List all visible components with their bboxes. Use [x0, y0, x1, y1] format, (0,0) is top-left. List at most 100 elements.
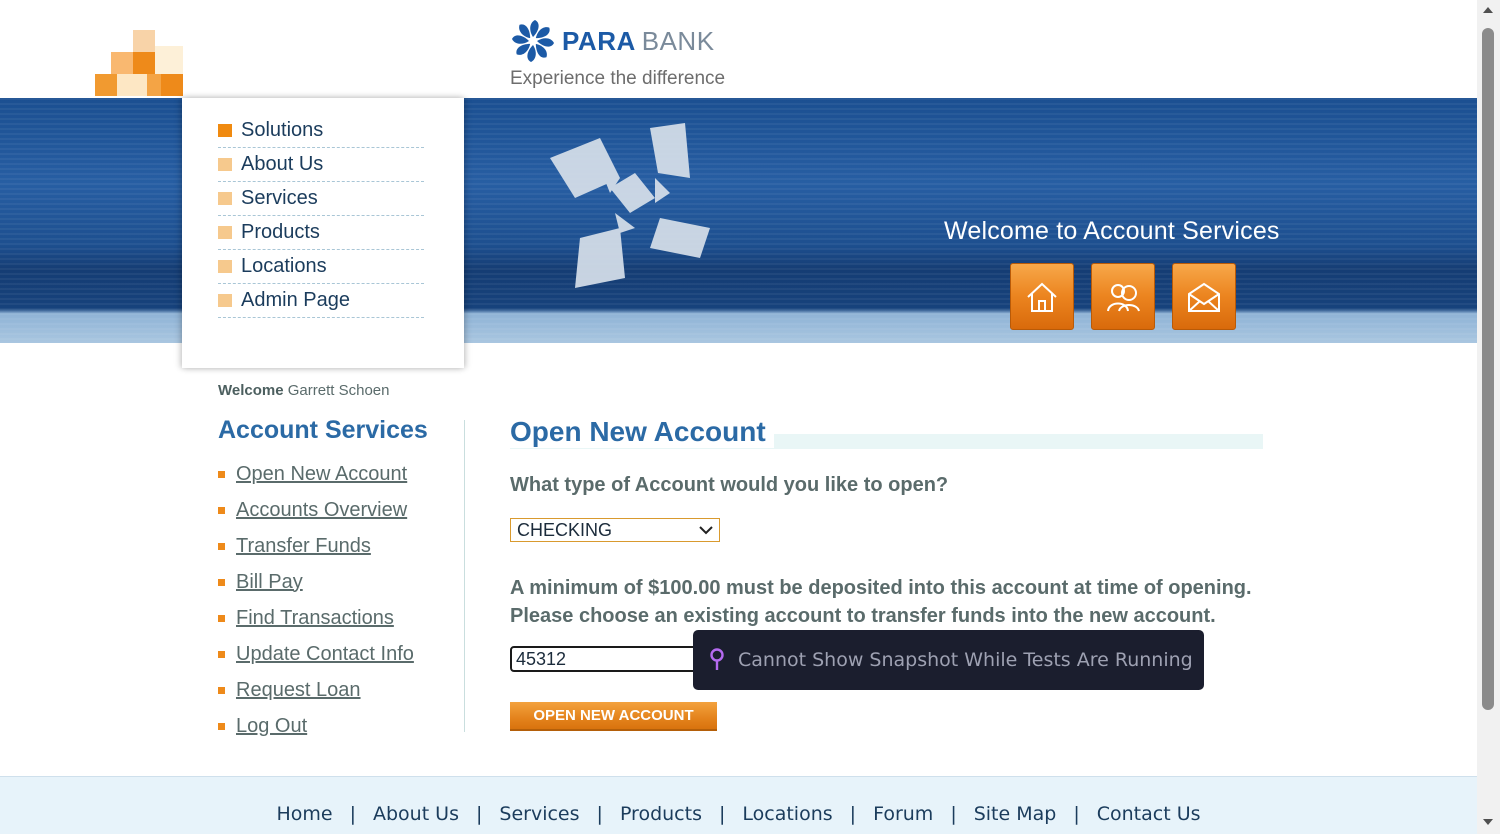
- request-loan-link[interactable]: Request Loan: [236, 679, 361, 702]
- footer-link-about-us[interactable]: About Us: [373, 803, 459, 825]
- footer: Home | About Us | Services | Products | Loca…: [0, 776, 1477, 834]
- pin-icon: [710, 648, 724, 670]
- separator: |: [1073, 803, 1080, 825]
- footer-link-contact-us[interactable]: Contact Us: [1097, 803, 1201, 825]
- scroll-up-arrow[interactable]: [1482, 4, 1494, 16]
- snapshot-toast: Cannot Show Snapshot While Tests Are Run…: [693, 630, 1204, 690]
- min-deposit-line-2: Please choose an existing account to tra…: [510, 605, 1216, 627]
- footer-links: Home | About Us | Services | Products | Loca…: [0, 803, 1477, 825]
- nav-bullet: [218, 294, 232, 307]
- nav-item-products[interactable]: Products: [218, 216, 424, 250]
- list-item: Accounts Overview: [218, 492, 414, 528]
- nav-item-label: About Us: [241, 153, 324, 175]
- page-title: Open New Account: [510, 416, 774, 448]
- bullet: [218, 686, 225, 694]
- bullet: [218, 578, 225, 586]
- find-transactions-link[interactable]: Find Transactions: [236, 607, 394, 630]
- scroll-down-arrow[interactable]: [1482, 816, 1494, 828]
- brand-name-bank: BANK: [641, 25, 715, 56]
- list-item: Open New Account: [218, 456, 414, 492]
- separator: |: [849, 803, 857, 825]
- nav-item-services[interactable]: Services: [218, 182, 424, 216]
- nav-bullet: [218, 158, 232, 171]
- bullet: [218, 650, 225, 658]
- user-name: Garrett Schoen: [287, 382, 390, 399]
- column-divider: [464, 420, 465, 732]
- footer-link-products[interactable]: Products: [620, 803, 702, 825]
- main-nav-list: Solutions About Us Services Products Loc…: [218, 114, 424, 318]
- nav-item-label: Solutions: [241, 119, 324, 141]
- update-contact-info-link[interactable]: Update Contact Info: [236, 643, 414, 666]
- email-button[interactable]: [1172, 263, 1236, 330]
- separator: |: [349, 803, 356, 825]
- bullet: [218, 722, 225, 730]
- separator: |: [718, 803, 726, 825]
- envelope-icon: [1188, 282, 1220, 312]
- scrollbar-thumb[interactable]: [1482, 28, 1494, 710]
- list-item: Log Out: [218, 708, 414, 744]
- open-new-account-button[interactable]: OPEN NEW ACCOUNT: [510, 702, 717, 731]
- list-item: Update Contact Info: [218, 636, 414, 672]
- banner-title: Welcome to Account Services: [944, 217, 1280, 245]
- bullet: [218, 506, 225, 514]
- list-item: Bill Pay: [218, 564, 414, 600]
- parabank-logo[interactable]: PARA BANK: [510, 18, 715, 64]
- footer-link-services[interactable]: Services: [499, 803, 579, 825]
- list-item: Transfer Funds: [218, 528, 414, 564]
- home-button[interactable]: [1010, 263, 1074, 330]
- nav-bullet: [218, 192, 232, 205]
- tagline: Experience the difference: [510, 68, 726, 89]
- parabank-flower-icon: [512, 20, 554, 62]
- banner-arrows-graphic: [550, 123, 710, 288]
- nav-item-solutions[interactable]: Solutions: [218, 114, 424, 148]
- footer-link-forum[interactable]: Forum: [873, 803, 933, 825]
- triangle-up-icon: [1483, 7, 1493, 13]
- separator: |: [476, 803, 483, 825]
- chevron-down-icon: [699, 526, 713, 535]
- account-services-heading: Account Services: [218, 416, 428, 444]
- bullet: [218, 542, 225, 550]
- snapshot-toast-message: Cannot Show Snapshot While Tests Are Run…: [738, 649, 1193, 671]
- minimum-deposit-notice: A minimum of $100.00 must be deposited i…: [510, 574, 1252, 630]
- nav-item-locations[interactable]: Locations: [218, 250, 424, 284]
- from-account-value: 45312: [516, 648, 567, 669]
- footer-link-locations[interactable]: Locations: [742, 803, 832, 825]
- account-type-value: CHECKING: [517, 519, 613, 540]
- brand-name-para: PARA: [562, 25, 636, 56]
- from-account-select[interactable]: 45312: [510, 646, 710, 672]
- decorative-blocks: [95, 30, 185, 98]
- nav-bullet: [218, 260, 232, 273]
- account-type-select[interactable]: CHECKING: [510, 518, 720, 542]
- log-out-link[interactable]: Log Out: [236, 715, 307, 738]
- separator: |: [950, 803, 957, 825]
- account-services-list: Open New Account Accounts Overview Trans…: [218, 456, 414, 744]
- open-new-account-link[interactable]: Open New Account: [236, 463, 407, 486]
- nav-bullet: [218, 124, 232, 137]
- accounts-overview-link[interactable]: Accounts Overview: [236, 499, 407, 522]
- account-type-question: What type of Account would you like to o…: [510, 474, 949, 496]
- footer-link-home[interactable]: Home: [276, 803, 332, 825]
- list-item: Request Loan: [218, 672, 414, 708]
- welcome-label: Welcome: [218, 382, 284, 399]
- nav-item-about-us[interactable]: About Us: [218, 148, 424, 182]
- nav-item-label: Locations: [241, 255, 327, 277]
- left-nav-panel: Solutions About Us Services Products Loc…: [182, 98, 464, 368]
- nav-item-label: Products: [241, 221, 320, 243]
- nav-item-label: Services: [241, 187, 318, 209]
- min-deposit-line-1: A minimum of $100.00 must be deposited i…: [510, 577, 1252, 599]
- bill-pay-link[interactable]: Bill Pay: [236, 571, 303, 594]
- home-icon: [1027, 282, 1057, 312]
- nav-item-admin-page[interactable]: Admin Page: [218, 284, 424, 318]
- separator: |: [596, 803, 603, 825]
- nav-bullet: [218, 226, 232, 239]
- contact-people-icon: [1107, 283, 1140, 311]
- welcome-message: Welcome Garrett Schoen: [218, 382, 389, 399]
- footer-link-site-map[interactable]: Site Map: [974, 803, 1057, 825]
- bullet: [218, 614, 225, 622]
- triangle-down-icon: [1483, 819, 1493, 825]
- transfer-funds-link[interactable]: Transfer Funds: [236, 535, 371, 558]
- bullet: [218, 470, 225, 478]
- contact-people-button[interactable]: [1091, 263, 1155, 330]
- list-item: Find Transactions: [218, 600, 414, 636]
- nav-item-label: Admin Page: [241, 289, 350, 311]
